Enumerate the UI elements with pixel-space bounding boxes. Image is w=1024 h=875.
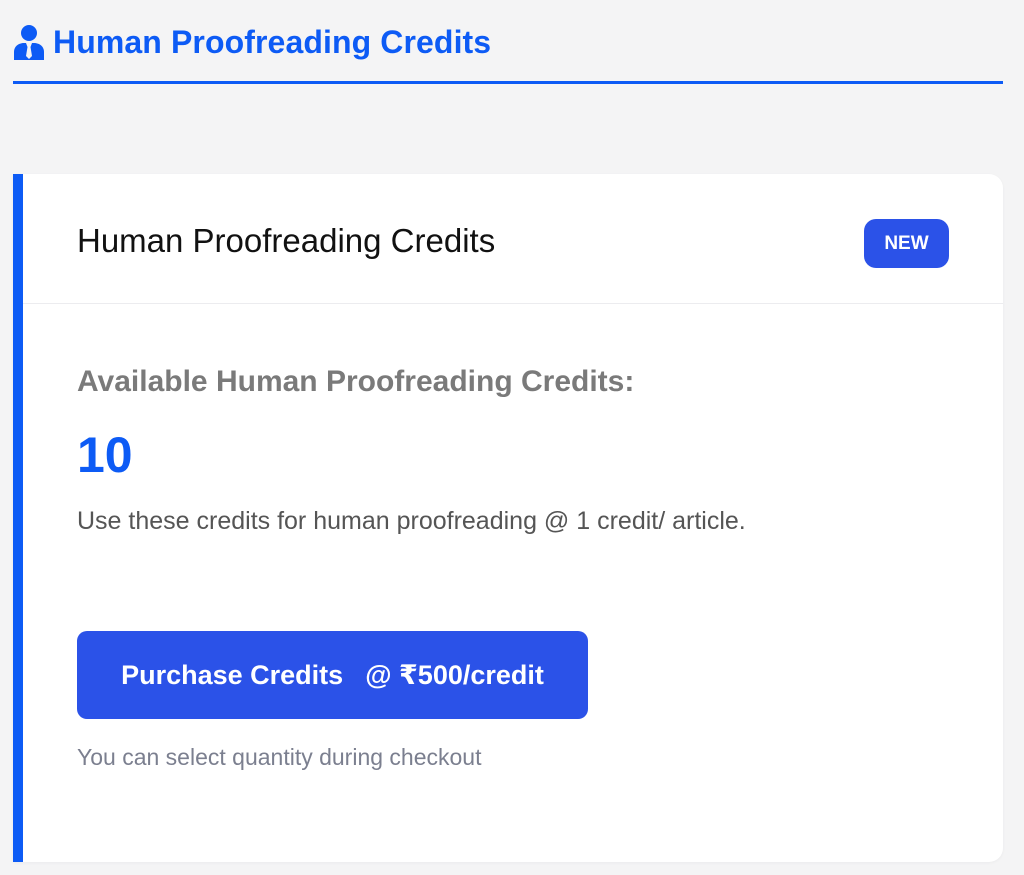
new-badge: NEW (864, 219, 949, 268)
credits-card: Human Proofreading Credits NEW Available… (13, 174, 1003, 862)
card-title: Human Proofreading Credits (77, 222, 496, 259)
header-row: Human Proofreading Credits (13, 18, 1003, 66)
purchase-button-price: @ ₹500/credit (365, 659, 544, 690)
usage-description: Use these credits for human proofreading… (77, 507, 746, 535)
card-header: Human Proofreading Credits NEW (23, 174, 1003, 304)
user-tie-icon (13, 24, 45, 60)
available-credits-label: Available Human Proofreading Credits: (77, 365, 635, 398)
purchase-credits-button[interactable]: Purchase Credits @ ₹500/credit (77, 631, 588, 719)
page-header: Human Proofreading Credits (13, 18, 1003, 84)
credit-count: 10 (77, 427, 133, 483)
purchase-button-label: Purchase Credits (121, 659, 344, 690)
checkout-note: You can select quantity during checkout (77, 744, 482, 770)
page-title: Human Proofreading Credits (53, 23, 492, 60)
